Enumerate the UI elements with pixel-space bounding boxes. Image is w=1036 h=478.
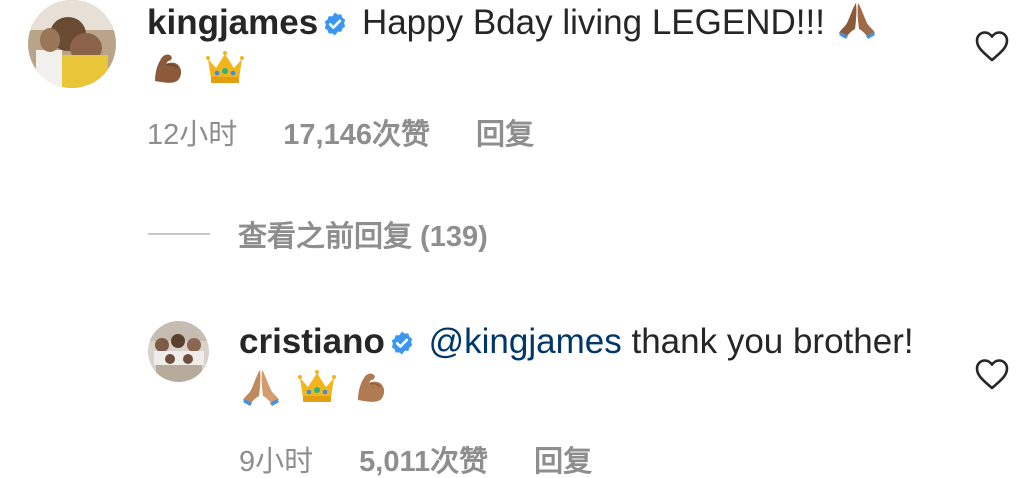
crown-emoji [295, 364, 339, 408]
comment-username[interactable]: kingjames [147, 3, 318, 42]
avatar-kingjames[interactable] [28, 0, 116, 88]
comment-cristiano: cristiano @kingjames thank you brother! [239, 319, 919, 412]
comment-likes[interactable]: 5,011次赞 [359, 446, 488, 478]
like-heart-icon[interactable] [974, 29, 1010, 63]
view-previous-replies-button[interactable]: 查看之前回复 (139) [148, 213, 488, 255]
avatar-cristiano[interactable] [148, 321, 209, 382]
divider-line [148, 233, 210, 235]
comment-kingjames: kingjames Happy Bday living LEGEND!!! [147, 0, 887, 93]
crown-emoji [203, 45, 247, 89]
folded-hands-emoji [835, 0, 879, 41]
comment-meta: 12小时 17,146次赞 回复 [147, 111, 580, 153]
flexed-biceps-emoji [147, 45, 191, 89]
folded-hands-emoji [239, 364, 283, 408]
comment-time: 9小时 [239, 446, 314, 478]
reply-button[interactable]: 回复 [476, 119, 534, 151]
reply-button[interactable]: 回复 [534, 446, 592, 478]
comment-text: Happy Bday living LEGEND!!! [361, 3, 825, 42]
comment-time: 12小时 [147, 119, 238, 151]
comment-text: thank you brother! [631, 322, 914, 361]
verified-badge-icon [389, 330, 415, 356]
verified-badge-icon [322, 11, 348, 37]
mention-link[interactable]: @kingjames [429, 322, 622, 361]
flexed-biceps-emoji [350, 364, 394, 408]
comment-likes[interactable]: 17,146次赞 [283, 119, 430, 151]
comment-username[interactable]: cristiano [239, 322, 385, 361]
view-replies-label: 查看之前回复 (139) [238, 221, 488, 253]
like-heart-icon[interactable] [974, 357, 1010, 391]
comment-meta: 9小时 5,011次赞 回复 [239, 438, 638, 478]
